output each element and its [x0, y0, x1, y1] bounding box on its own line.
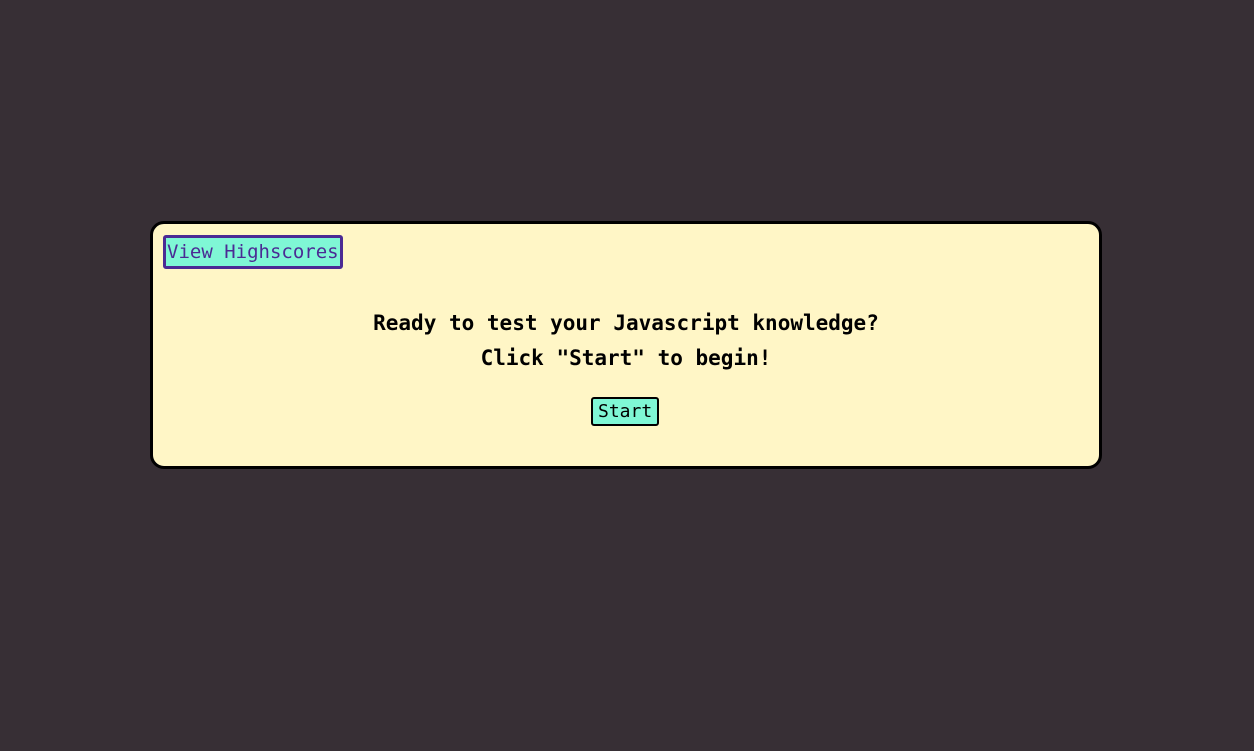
- intro-text: Ready to test your Javascript knowledge?…: [153, 306, 1099, 376]
- quiz-card: View Highscores Ready to test your Javas…: [150, 221, 1102, 469]
- intro-instruction: Click "Start" to begin!: [480, 346, 772, 370]
- start-button[interactable]: Start: [591, 397, 660, 426]
- view-highscores-button[interactable]: View Highscores: [163, 235, 343, 269]
- intro-question: Ready to test your Javascript knowledge?: [373, 311, 879, 335]
